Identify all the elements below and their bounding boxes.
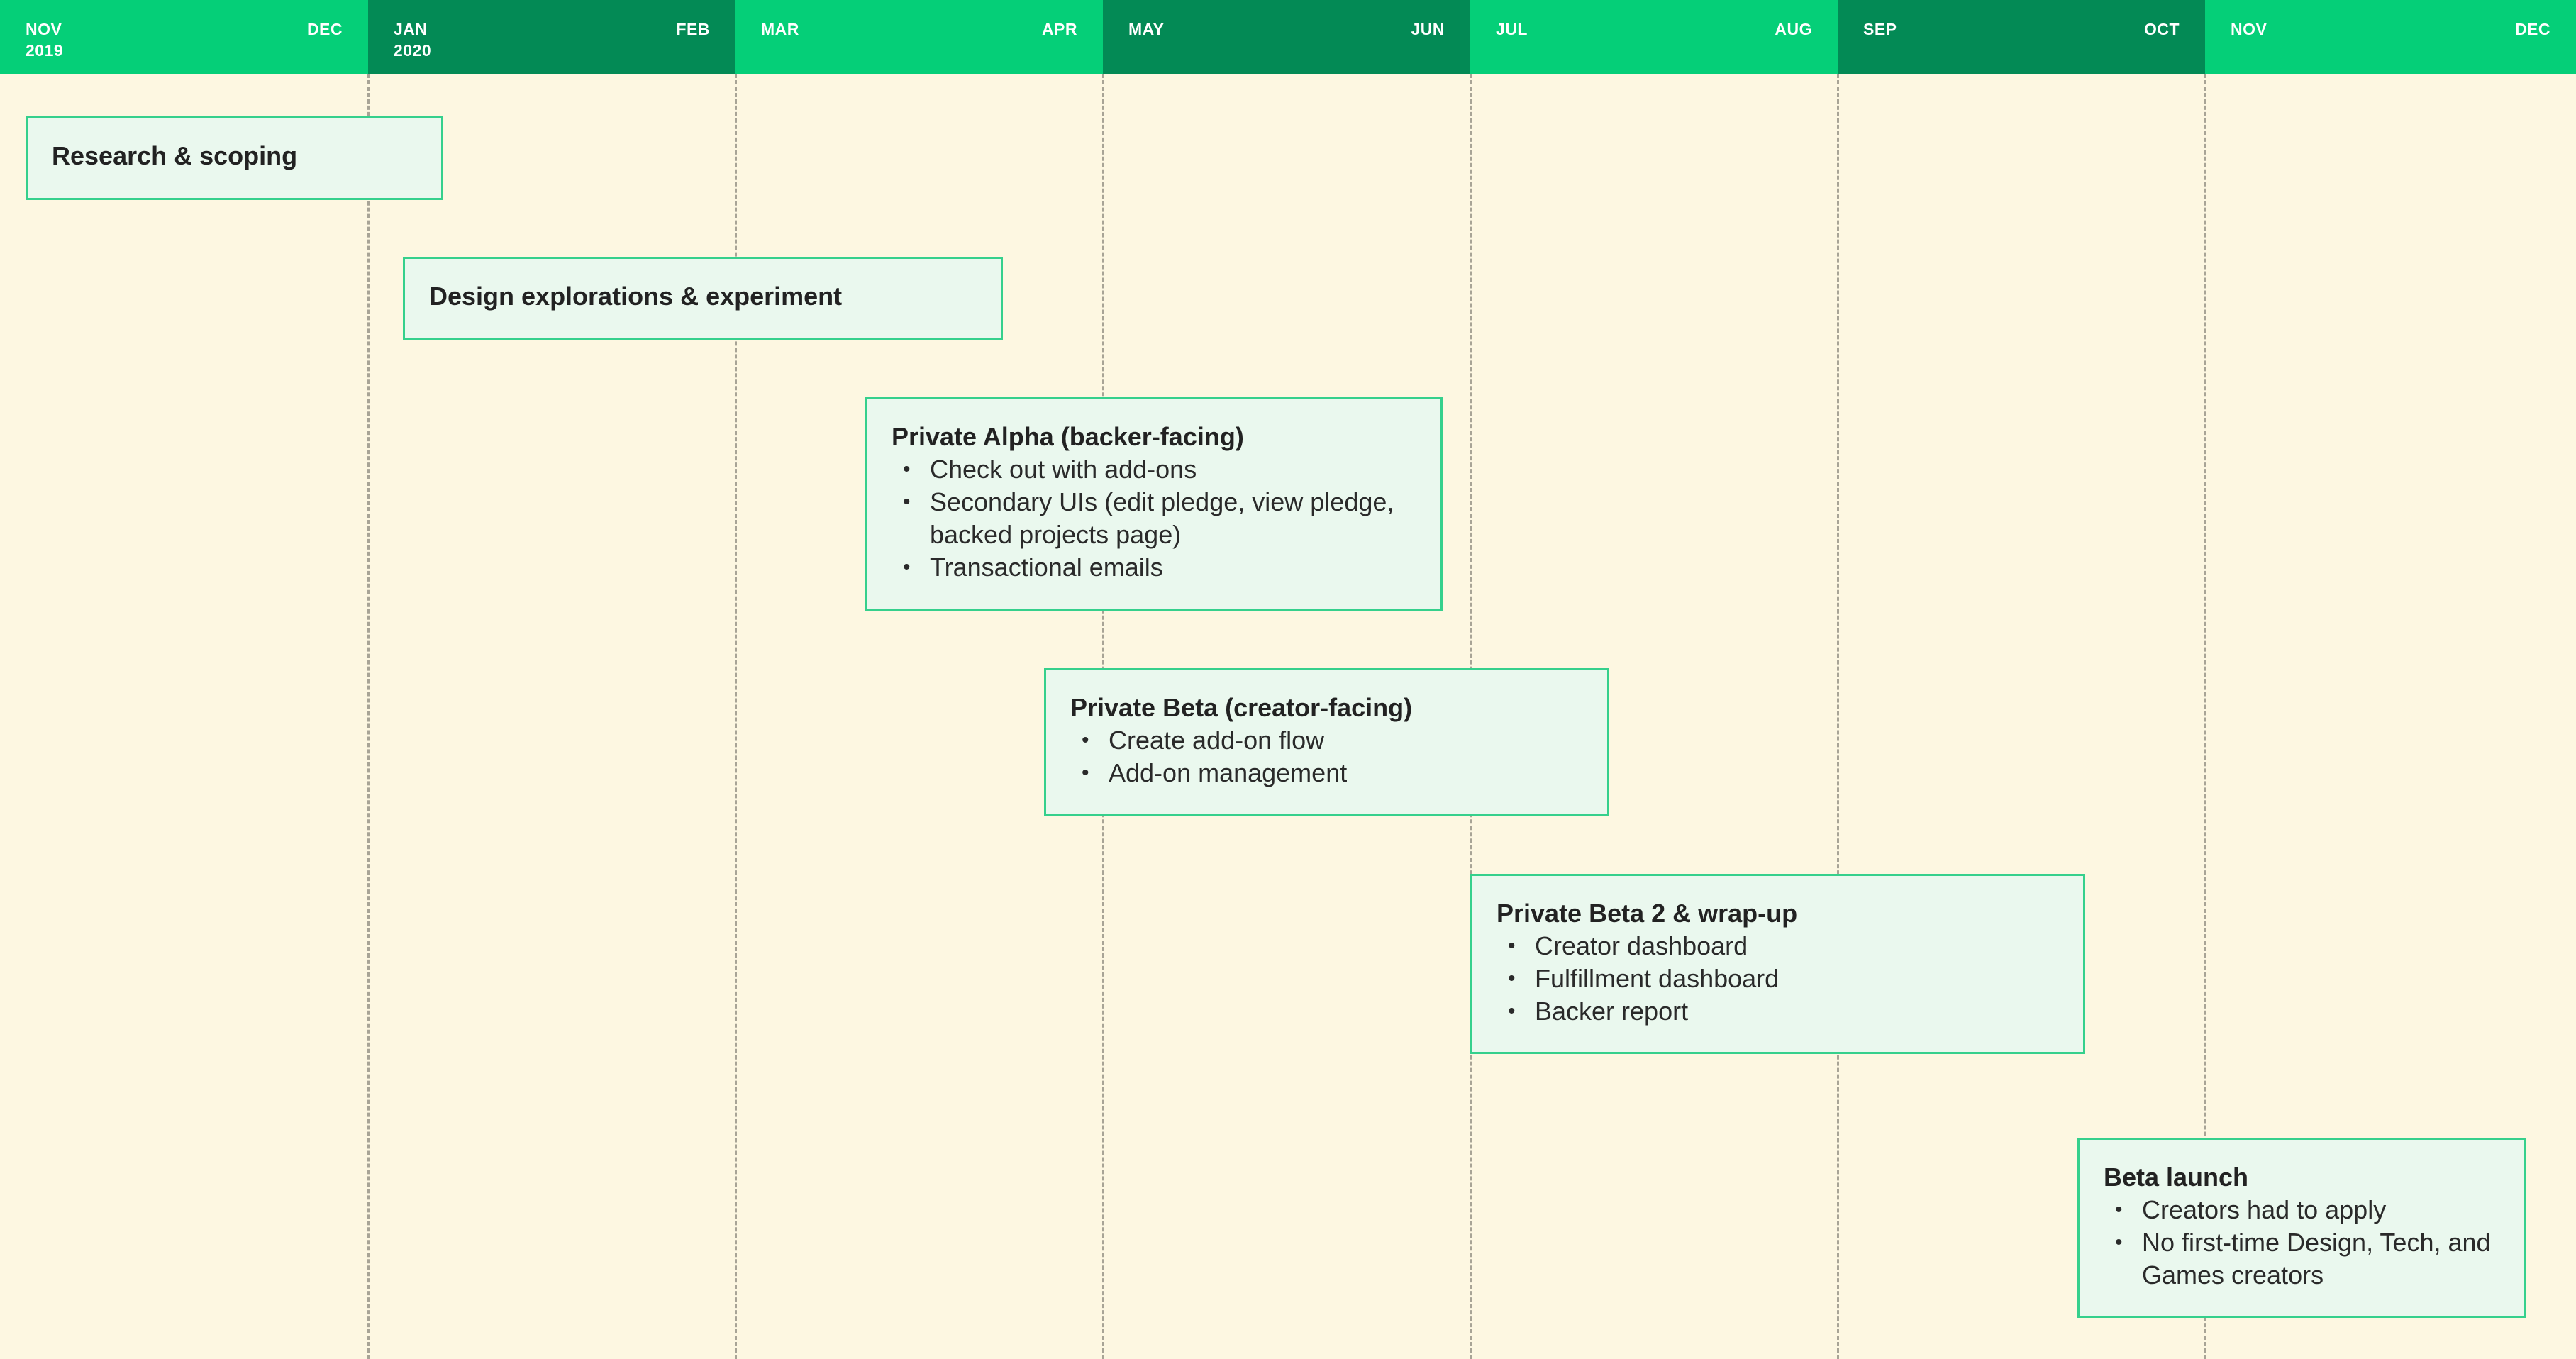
phase-items: • Create add-on flow • Add-on management bbox=[1070, 724, 1583, 789]
phase-items: • Check out with add-ons • Secondary UIs (e… bbox=[892, 453, 1416, 584]
period-end-month: JUN bbox=[1411, 20, 1445, 38]
phase-item: • Secondary UIs (edit pledge, view pledge… bbox=[892, 486, 1416, 551]
period-start-month: MAY bbox=[1128, 20, 1165, 38]
phase-item: • Backer report bbox=[1497, 995, 2059, 1028]
phase-item: • Fulfillment dashboard bbox=[1497, 963, 2059, 995]
phase-card: Research & scoping bbox=[26, 116, 443, 200]
phase-item: • Creator dashboard bbox=[1497, 930, 2059, 963]
period-3: MAR APR bbox=[735, 0, 1103, 74]
phase-item: • No first-time Design, Tech, and Games c… bbox=[2104, 1226, 2500, 1292]
period-end-month: DEC bbox=[2514, 20, 2550, 38]
bullet-icon: • bbox=[903, 457, 911, 481]
phase-item-text: Transactional emails bbox=[930, 553, 1163, 582]
period-end-month: FEB bbox=[676, 20, 710, 38]
phase-item: • Add-on management bbox=[1070, 757, 1583, 789]
phase-card: Private Beta 2 & wrap-up • Creator dashboa… bbox=[1470, 874, 2085, 1054]
phase-item-text: Check out with add-ons bbox=[930, 455, 1197, 484]
period-start-label: SEP bbox=[1863, 18, 1897, 40]
period-start-month: MAR bbox=[761, 20, 799, 38]
phase-card: Private Beta (creator-facing) • Create add… bbox=[1044, 668, 1609, 816]
phase-item-text: Fulfillment dashboard bbox=[1535, 964, 1780, 993]
period-year: 2020 bbox=[394, 41, 432, 60]
period-start-month: NOV bbox=[2231, 20, 2267, 38]
period-end-month: DEC bbox=[306, 20, 343, 38]
period-divider bbox=[367, 74, 370, 1359]
period-start-month: JUL bbox=[1496, 20, 1528, 38]
period-1: NOV 2019 DEC bbox=[0, 0, 368, 74]
phase-title: Design explorations & experiment bbox=[429, 282, 843, 311]
period-end-month: OCT bbox=[2143, 20, 2180, 38]
bullet-icon: • bbox=[1082, 761, 1089, 784]
period-6: SEP OCT bbox=[1838, 0, 2205, 74]
phase-title: Private Beta 2 & wrap-up bbox=[1497, 899, 1798, 928]
phase-items: • Creators had to apply • No first-time Des… bbox=[2104, 1194, 2500, 1292]
period-start-month: JAN bbox=[394, 20, 428, 38]
bullet-icon: • bbox=[1508, 967, 1516, 990]
timeline-header: NOV 2019 DEC JAN 2020 FEB MAR APR MAY JUN JUL AUG SE… bbox=[0, 0, 2576, 74]
period-start-month: NOV bbox=[26, 20, 62, 38]
period-4: MAY JUN bbox=[1103, 0, 1470, 74]
period-5: JUL AUG bbox=[1470, 0, 1838, 74]
phase-item: • Check out with add-ons bbox=[892, 453, 1416, 486]
period-2: JAN 2020 FEB bbox=[368, 0, 735, 74]
phase-item-text: Creator dashboard bbox=[1535, 931, 1748, 960]
period-7: NOV DEC bbox=[2205, 0, 2576, 74]
phase-item-text: Secondary UIs (edit pledge, view pledge,… bbox=[930, 487, 1394, 549]
phase-title: Research & scoping bbox=[52, 141, 298, 170]
phase-item-text: No first-time Design, Tech, and Games cr… bbox=[2142, 1228, 2491, 1289]
period-start-label: JUL bbox=[1496, 18, 1528, 40]
phase-title: Private Beta (creator-facing) bbox=[1070, 693, 1413, 722]
bullet-icon: • bbox=[1508, 999, 1516, 1023]
period-start-label: NOV bbox=[2231, 18, 2267, 40]
phase-items: • Creator dashboard • Fulfillment dashboard… bbox=[1497, 930, 2059, 1028]
bullet-icon: • bbox=[903, 490, 911, 514]
phase-card: Private Alpha (backer-facing) • Check out … bbox=[865, 397, 1443, 611]
bullet-icon: • bbox=[903, 555, 911, 579]
period-end-month: AUG bbox=[1775, 20, 1812, 38]
phase-item-text: Creators had to apply bbox=[2142, 1195, 2387, 1224]
period-start-label: MAR bbox=[761, 18, 799, 40]
bullet-icon: • bbox=[1508, 934, 1516, 958]
period-divider bbox=[1837, 74, 1839, 1359]
phase-item-text: Create add-on flow bbox=[1109, 726, 1325, 755]
period-start-label: NOV 2019 bbox=[26, 18, 63, 61]
bullet-icon: • bbox=[2115, 1198, 2123, 1221]
bullet-icon: • bbox=[2115, 1231, 2123, 1254]
period-start-label: MAY bbox=[1128, 18, 1165, 40]
roadmap-timeline: NOV 2019 DEC JAN 2020 FEB MAR APR MAY JUN JUL AUG SE… bbox=[0, 0, 2576, 1359]
bullet-icon: • bbox=[1082, 728, 1089, 752]
phase-card: Beta launch • Creators had to apply • No fir… bbox=[2077, 1138, 2526, 1318]
phase-card: Design explorations & experiment bbox=[403, 257, 1003, 340]
period-year: 2019 bbox=[26, 41, 64, 60]
phase-title: Beta launch bbox=[2104, 1163, 2249, 1192]
phase-item-text: Add-on management bbox=[1109, 758, 1348, 787]
phase-item: • Transactional emails bbox=[892, 551, 1416, 584]
phase-item-text: Backer report bbox=[1535, 997, 1689, 1026]
phase-title: Private Alpha (backer-facing) bbox=[892, 422, 1244, 451]
phase-item: • Creators had to apply bbox=[2104, 1194, 2500, 1226]
period-start-month: SEP bbox=[1863, 20, 1897, 38]
phase-item: • Create add-on flow bbox=[1070, 724, 1583, 757]
period-start-label: JAN 2020 bbox=[394, 18, 431, 61]
period-end-month: APR bbox=[1041, 20, 1077, 38]
